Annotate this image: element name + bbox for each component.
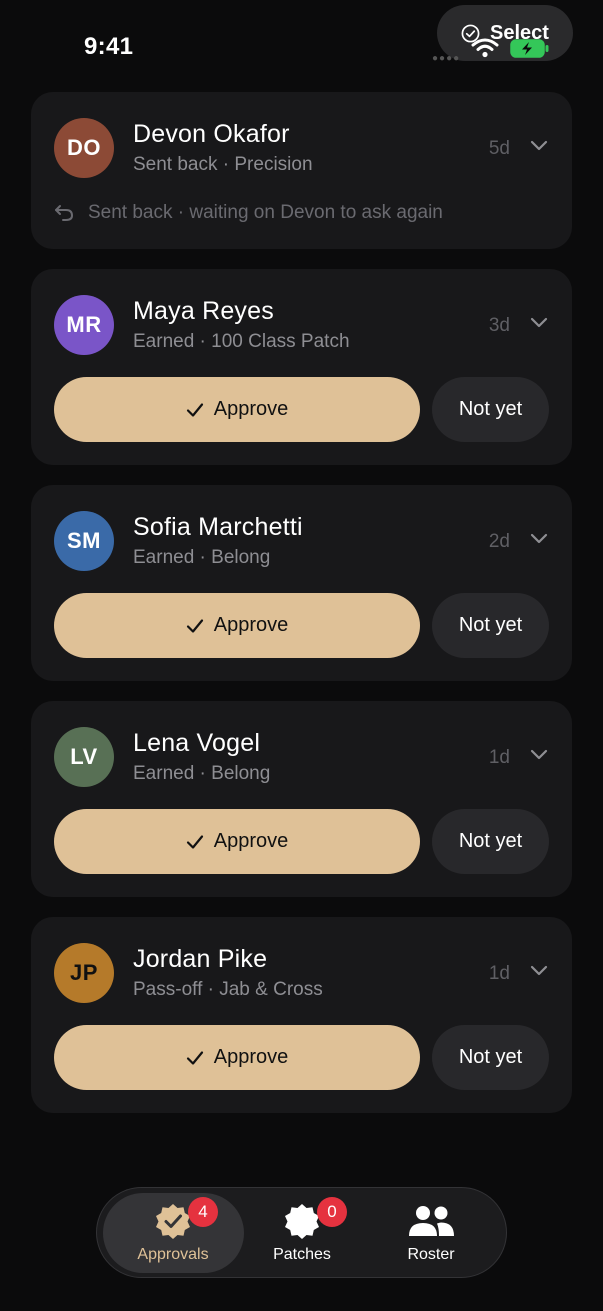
notification-badge: 0	[317, 1197, 347, 1227]
request-age: 2d	[488, 531, 510, 552]
tab-label: Approvals	[137, 1246, 209, 1263]
return-arrow-icon	[55, 205, 74, 221]
status-time: 9:41	[84, 33, 134, 60]
student-name: Sofia Marchetti	[133, 513, 303, 541]
approve-button[interactable]: Approve	[54, 1025, 420, 1090]
avatar: MR	[54, 295, 114, 355]
request-subtitle: Sent back · Precision	[133, 154, 313, 175]
approve-button[interactable]: Approve	[54, 377, 420, 442]
approve-label: Approve	[213, 614, 289, 636]
student-name: Maya Reyes	[133, 297, 274, 325]
request-subtitle: Earned · Belong	[133, 763, 271, 784]
chevron-down-icon[interactable]	[530, 749, 548, 761]
cellular-signal-icon: ●●●●	[432, 53, 461, 64]
approve-button[interactable]: Approve	[54, 809, 420, 874]
request-age: 1d	[488, 963, 510, 984]
approval-card-jordan[interactable]: JP Jordan Pike Pass-off · Jab & Cross 1d…	[31, 917, 572, 1113]
avatar: SM	[54, 511, 114, 571]
student-name: Lena Vogel	[133, 729, 261, 757]
not-yet-button[interactable]: Not yet	[432, 377, 549, 442]
battery-charging-icon	[510, 39, 549, 58]
approval-seal-icon	[156, 1204, 190, 1239]
student-name: Devon Okafor	[133, 120, 290, 148]
approval-card-lena[interactable]: LV Lena Vogel Earned · Belong 1d Approve…	[31, 701, 572, 897]
approval-card-devon[interactable]: DO Devon Okafor Sent back · Precision 5d…	[31, 92, 572, 249]
checkmark-icon	[186, 1050, 203, 1065]
request-age: 5d	[488, 138, 510, 159]
chevron-down-icon[interactable]	[530, 965, 548, 977]
approve-label: Approve	[213, 398, 289, 420]
patch-badge-icon	[285, 1204, 319, 1239]
avatar: LV	[54, 727, 114, 787]
chevron-down-icon[interactable]	[530, 140, 548, 152]
tab-bar: Approvals 4 Patches 0 Roster	[96, 1187, 507, 1278]
checkmark-icon	[186, 402, 203, 417]
notification-badge: 4	[188, 1197, 218, 1227]
approval-card-sofia[interactable]: SM Sofia Marchetti Earned · Belong 2d Ap…	[31, 485, 572, 681]
chevron-down-icon[interactable]	[530, 317, 548, 329]
tab-approvals[interactable]: Approvals 4	[108, 1188, 238, 1279]
chevron-down-icon[interactable]	[530, 533, 548, 545]
request-subtitle: Earned · Belong	[133, 547, 271, 568]
checkmark-icon	[186, 618, 203, 633]
tab-roster[interactable]: Roster	[366, 1188, 496, 1279]
tab-label: Roster	[407, 1246, 455, 1263]
approval-card-maya[interactable]: MR Maya Reyes Earned · 100 Class Patch 3…	[31, 269, 572, 465]
request-age: 3d	[488, 315, 510, 336]
not-yet-button[interactable]: Not yet	[432, 809, 549, 874]
approve-button[interactable]: Approve	[54, 593, 420, 658]
request-subtitle: Pass-off · Jab & Cross	[133, 979, 323, 1000]
approve-label: Approve	[213, 830, 289, 852]
avatar: DO	[54, 118, 114, 178]
people-icon	[409, 1206, 454, 1236]
not-yet-button[interactable]: Not yet	[432, 1025, 549, 1090]
checkmark-icon	[186, 834, 203, 849]
note-text: Sent back · waiting on Devon to ask agai…	[88, 202, 443, 223]
wifi-icon	[471, 38, 499, 58]
not-yet-button[interactable]: Not yet	[432, 593, 549, 658]
request-subtitle: Earned · 100 Class Patch	[133, 331, 350, 352]
approve-label: Approve	[213, 1046, 289, 1068]
avatar: JP	[54, 943, 114, 1003]
request-age: 1d	[488, 747, 510, 768]
tab-patches[interactable]: Patches 0	[237, 1188, 367, 1279]
tab-label: Patches	[273, 1246, 331, 1263]
student-name: Jordan Pike	[133, 945, 268, 973]
